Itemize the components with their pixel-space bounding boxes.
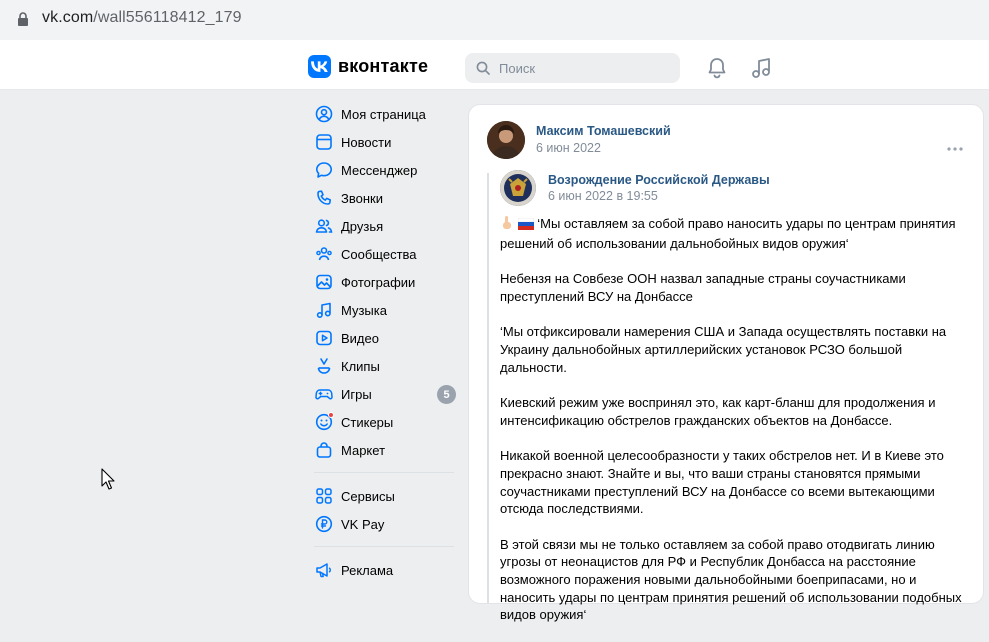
post-paragraph: ‘Мы оставляем за собой право наносить уд… bbox=[500, 215, 970, 252]
sidebar-item-label: Звонки bbox=[341, 190, 383, 206]
sidebar-item-services[interactable]: Сервисы bbox=[308, 482, 458, 510]
games-count-badge: 5 bbox=[437, 385, 456, 404]
sidebar-item-market[interactable]: Маркет bbox=[308, 436, 458, 464]
sidebar-item-label: Сообщества bbox=[341, 246, 417, 262]
russian-flag-icon bbox=[517, 217, 534, 235]
vk-logo[interactable]: вконтакте bbox=[308, 55, 428, 78]
vk-logo-icon bbox=[308, 55, 331, 78]
search-input[interactable] bbox=[497, 53, 672, 83]
communities-icon bbox=[314, 244, 334, 264]
music-icon bbox=[314, 300, 334, 320]
user-circle-icon bbox=[314, 104, 334, 124]
sidebar-item-label: Фотографии bbox=[341, 274, 416, 290]
sidebar-item-stickers[interactable]: Стикеры bbox=[308, 408, 458, 436]
repost-group-avatar[interactable] bbox=[500, 170, 536, 206]
vkpay-icon bbox=[314, 514, 334, 534]
search-icon bbox=[476, 61, 490, 75]
sidebar-item-music[interactable]: Музыка bbox=[308, 296, 458, 324]
post-paragraph: Киевский режим уже воспринял это, как ка… bbox=[500, 395, 936, 428]
repost-date[interactable]: 6 июн 2022 в 19:55 bbox=[548, 189, 658, 203]
phone-icon bbox=[314, 188, 334, 208]
sidebar-item-vkpay[interactable]: VK Pay bbox=[308, 510, 458, 538]
sidebar-item-ads[interactable]: Реклама bbox=[308, 556, 458, 584]
more-options-icon[interactable] bbox=[947, 138, 963, 156]
author-avatar[interactable] bbox=[487, 121, 525, 159]
url-host: vk.com bbox=[42, 9, 94, 26]
newspaper-icon bbox=[314, 132, 334, 152]
sticker-icon bbox=[314, 412, 334, 432]
sidebar-item-friends[interactable]: Друзья bbox=[308, 212, 458, 240]
sidebar-item-label: Клипы bbox=[341, 358, 380, 374]
wall-post: Максим Томашевский 6 июн 2022 Возрождени… bbox=[468, 104, 984, 622]
vk-header: вконтакте bbox=[0, 40, 989, 90]
url-path: /wall556118412_179 bbox=[93, 9, 242, 26]
gamepad-icon bbox=[314, 384, 334, 404]
bell-icon[interactable] bbox=[707, 57, 727, 84]
sidebar-item-calls[interactable]: Звонки bbox=[308, 184, 458, 212]
sidebar-item-clips[interactable]: Клипы bbox=[308, 352, 458, 380]
sidebar-item-label: Реклама bbox=[341, 562, 394, 578]
sidebar-item-label: Мессенджер bbox=[341, 162, 418, 178]
sidebar-item-label: Маркет bbox=[341, 442, 386, 458]
post-paragraph: Никакой военной целесообразности у таких… bbox=[500, 448, 944, 517]
video-icon bbox=[314, 328, 334, 348]
services-grid-icon bbox=[314, 486, 334, 506]
sidebar-item-communities[interactable]: Сообщества bbox=[308, 240, 458, 268]
market-bag-icon bbox=[314, 440, 334, 460]
sidebar-divider bbox=[314, 472, 454, 473]
post-date[interactable]: 6 июн 2022 bbox=[536, 141, 601, 155]
sidebar-item-photos[interactable]: Фотографии bbox=[308, 268, 458, 296]
vk-logo-text: вконтакте bbox=[338, 56, 429, 76]
megaphone-icon bbox=[314, 560, 334, 580]
sidebar-item-label: Игры bbox=[341, 386, 372, 402]
sidebar-item-label: VK Pay bbox=[341, 516, 385, 532]
post-author-name[interactable]: Максим Томашевский bbox=[536, 124, 671, 138]
mouse-cursor-icon bbox=[101, 468, 115, 495]
paragraph-text: ‘Мы оставляем за собой право наносить уд… bbox=[500, 216, 956, 251]
sidebar-item-video[interactable]: Видео bbox=[308, 324, 458, 352]
repost-group-name[interactable]: Возрождение Российской Державы bbox=[548, 173, 770, 187]
sidebar-item-label: Видео bbox=[341, 330, 379, 346]
browser-url[interactable]: vk.com/wall556118412_179 bbox=[42, 9, 242, 27]
post-paragraph: ‘Мы отфиксировали намерения США и Запада… bbox=[500, 324, 947, 375]
sidebar-item-my-page[interactable]: Моя страница bbox=[308, 100, 458, 128]
clips-icon bbox=[314, 356, 334, 376]
friends-icon bbox=[314, 216, 334, 236]
sidebar-item-messenger[interactable]: Мессенджер bbox=[308, 156, 458, 184]
pointing-finger-icon bbox=[500, 215, 514, 235]
post-paragraph: Небензя на Совбезе ООН назвал западные с… bbox=[500, 271, 906, 304]
search-box[interactable] bbox=[465, 53, 680, 83]
post-text: ‘Мы оставляем за собой право наносить уд… bbox=[500, 215, 970, 642]
sidebar-divider bbox=[314, 546, 454, 547]
message-icon bbox=[314, 160, 334, 180]
sidebar-item-label: Музыка bbox=[341, 302, 387, 318]
sidebar-item-label: Новости bbox=[341, 134, 392, 150]
browser-address-bar[interactable]: vk.com/wall556118412_179 bbox=[0, 0, 989, 40]
photo-icon bbox=[314, 272, 334, 292]
sidebar-item-label: Друзья bbox=[341, 218, 384, 234]
repost-indicator-line bbox=[487, 173, 489, 603]
sidebar-item-label: Стикеры bbox=[341, 414, 394, 430]
left-sidebar: Моя страница Новости Мессенджер Звонки Д… bbox=[308, 100, 458, 584]
sidebar-item-games[interactable]: Игры 5 bbox=[308, 380, 458, 408]
sidebar-item-label: Сервисы bbox=[341, 488, 395, 504]
lock-icon bbox=[17, 12, 29, 26]
notification-dot bbox=[328, 412, 334, 418]
music-note-icon[interactable] bbox=[751, 57, 771, 84]
sidebar-item-label: Моя страница bbox=[341, 106, 426, 122]
sidebar-item-news[interactable]: Новости bbox=[308, 128, 458, 156]
post-paragraph: В этой связи мы не только оставляем за с… bbox=[500, 536, 962, 623]
